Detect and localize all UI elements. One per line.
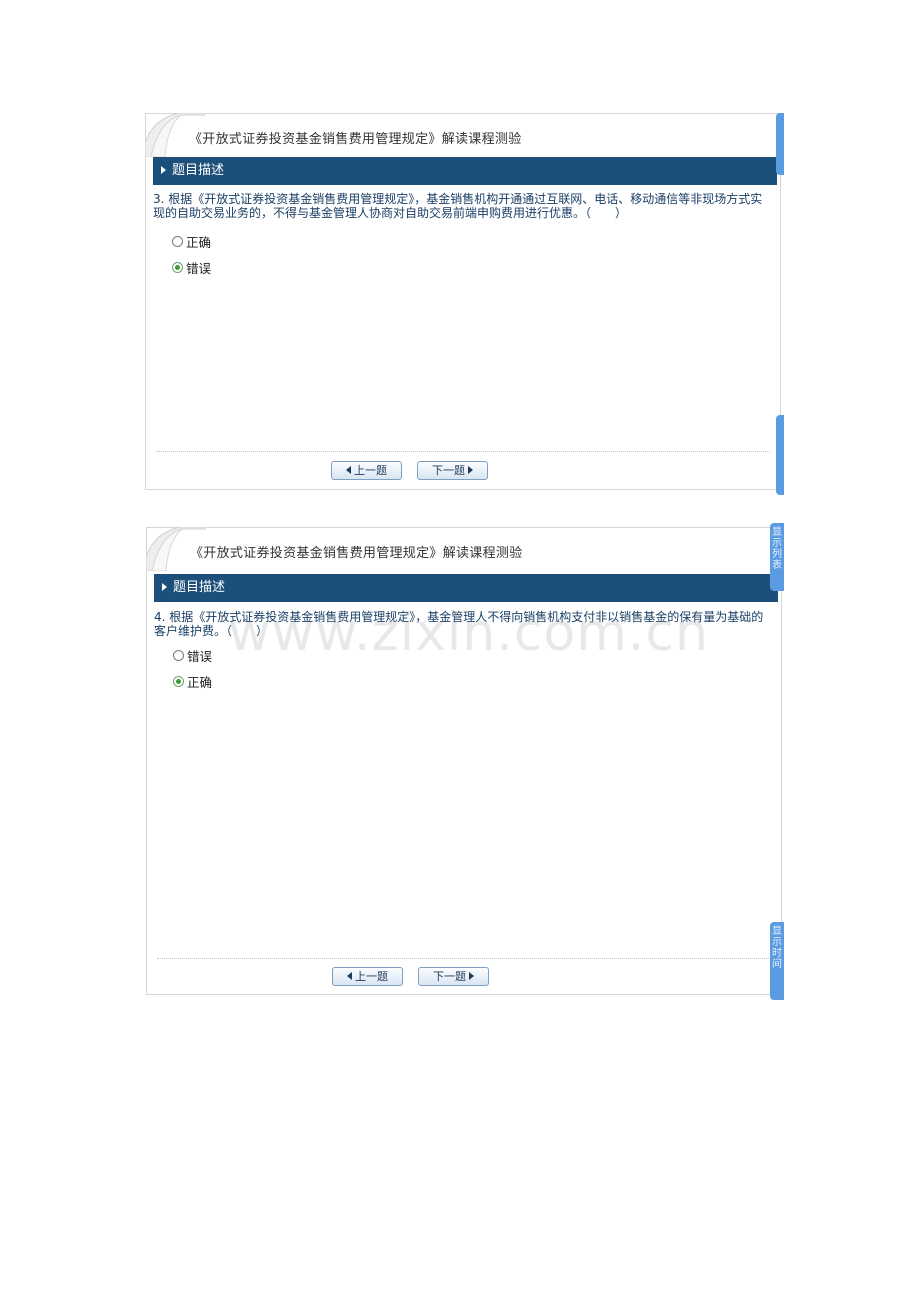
prev-question-button[interactable]: 上一题 (331, 461, 402, 480)
show-time-label: 显示时间 (772, 926, 782, 970)
option-correct[interactable]: 正确 (172, 232, 211, 251)
side-tab-list[interactable] (776, 113, 784, 175)
section-label: 题目描述 (172, 163, 225, 178)
section-label: 题目描述 (173, 580, 226, 595)
option-label: 正确 (187, 675, 213, 690)
radio-unchecked-icon[interactable] (172, 236, 183, 247)
divider (157, 958, 771, 959)
arrow-right-icon (162, 582, 167, 591)
radio-checked-icon[interactable] (172, 262, 183, 273)
option-correct[interactable]: 正确 (173, 672, 212, 691)
question-text: 3. 根据《开放式证券投资基金销售费用管理规定》，基金销售机构开通通过互联网、电… (153, 192, 763, 220)
next-label: 下一题 (432, 464, 465, 477)
option-label: 错误 (187, 649, 213, 664)
arrow-right-icon (161, 165, 166, 174)
triangle-right-icon (469, 972, 474, 980)
divider (156, 451, 770, 452)
next-question-button[interactable]: 下一题 (417, 461, 488, 480)
triangle-left-icon (347, 972, 352, 980)
prev-question-button[interactable]: 上一题 (332, 967, 403, 986)
show-time-tab[interactable]: 显示时间 (770, 922, 784, 1000)
prev-label: 上一题 (354, 464, 387, 477)
next-question-button[interactable]: 下一题 (418, 967, 489, 986)
question-text: 4. 根据《开放式证券投资基金销售费用管理规定》，基金管理人不得向销售机构支付非… (154, 610, 764, 638)
triangle-left-icon (346, 466, 351, 474)
option-label: 正确 (186, 235, 212, 250)
quiz-title: 《开放式证券投资基金销售费用管理规定》解读课程测验 (189, 132, 522, 147)
section-header: 题目描述 (153, 157, 777, 185)
show-list-label: 显示列表 (772, 527, 782, 571)
prev-label: 上一题 (355, 970, 388, 983)
next-label: 下一题 (433, 970, 466, 983)
quiz-panel-question-3: 《开放式证券投资基金销售费用管理规定》解读课程测验 题目描述 3. 根据《开放式… (145, 113, 781, 490)
section-header: 题目描述 (154, 574, 778, 602)
option-wrong[interactable]: 错误 (172, 258, 211, 277)
quiz-panel-question-4: 《开放式证券投资基金销售费用管理规定》解读课程测验 题目描述 4. 根据《开放式… (146, 527, 782, 995)
side-tab-time[interactable] (776, 415, 784, 495)
option-label: 错误 (186, 261, 212, 276)
show-list-tab[interactable]: 显示列表 (770, 523, 784, 591)
radio-checked-icon[interactable] (173, 676, 184, 687)
radio-unchecked-icon[interactable] (173, 650, 184, 661)
option-wrong[interactable]: 错误 (173, 646, 212, 665)
quiz-title: 《开放式证券投资基金销售费用管理规定》解读课程测验 (190, 546, 523, 561)
triangle-right-icon (468, 466, 473, 474)
